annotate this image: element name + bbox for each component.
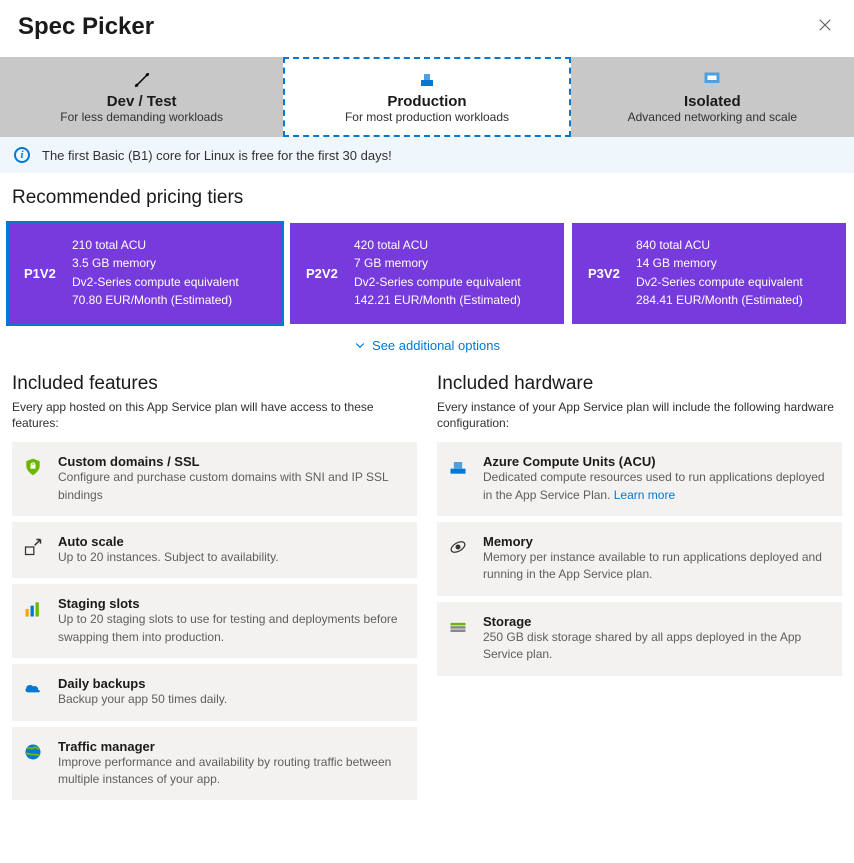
tab-title: Production — [387, 93, 466, 110]
info-icon: i — [14, 147, 30, 163]
server-icon — [418, 71, 436, 89]
compute-icon — [447, 456, 469, 478]
tier-spec: 70.80 EUR/Month (Estimated) — [72, 292, 239, 309]
tier-card-p1v2[interactable]: P1V2 210 total ACU 3.5 GB memory Dv2-Ser… — [8, 223, 282, 324]
scale-arrow-icon — [22, 536, 44, 558]
pricing-tiers: P1V2 210 total ACU 3.5 GB memory Dv2-Ser… — [0, 223, 854, 324]
tier-specs: 420 total ACU 7 GB memory Dv2-Series com… — [354, 237, 521, 310]
feature-auto-scale: Auto scale Up to 20 instances. Subject t… — [12, 522, 417, 578]
tier-card-p2v2[interactable]: P2V2 420 total ACU 7 GB memory Dv2-Serie… — [290, 223, 564, 324]
hardware-storage: Storage 250 GB disk storage shared by al… — [437, 602, 842, 676]
hardware-desc: Dedicated compute resources used to run … — [483, 469, 832, 504]
tier-spec: 420 total ACU — [354, 237, 521, 254]
tier-spec: Dv2-Series compute equivalent — [354, 274, 521, 291]
tab-isolated[interactable]: Isolated Advanced networking and scale — [571, 57, 854, 137]
feature-custom-domains: Custom domains / SSL Configure and purch… — [12, 442, 417, 516]
feature-desc: Up to 20 instances. Subject to availabil… — [58, 549, 407, 566]
hardware-title: Azure Compute Units (ACU) — [483, 454, 832, 469]
feature-title: Daily backups — [58, 676, 407, 691]
feature-desc: Configure and purchase custom domains wi… — [58, 469, 407, 504]
tab-title: Isolated — [684, 93, 741, 110]
included-features-column: Included features Every app hosted on th… — [12, 373, 417, 807]
globe-icon — [22, 741, 44, 763]
feature-desc: Backup your app 50 times daily. — [58, 691, 407, 708]
tab-subtitle: For less demanding workloads — [60, 110, 223, 124]
hardware-heading: Included hardware — [437, 373, 842, 395]
tier-spec: Dv2-Series compute equivalent — [72, 274, 239, 291]
shield-lock-icon — [22, 456, 44, 478]
hardware-acu: Azure Compute Units (ACU) Dedicated comp… — [437, 442, 842, 516]
hardware-desc: Memory per instance available to run app… — [483, 549, 832, 584]
additional-label: See additional options — [372, 338, 500, 353]
page-title: Spec Picker — [18, 13, 154, 41]
tier-name: P1V2 — [24, 266, 60, 281]
tab-dev-test[interactable]: Dev / Test For less demanding workloads — [0, 57, 283, 137]
feature-desc: Improve performance and availability by … — [58, 754, 407, 789]
feature-traffic-manager: Traffic manager Improve performance and … — [12, 727, 417, 801]
tier-spec: 14 GB memory — [636, 255, 803, 272]
info-text: The first Basic (B1) core for Linux is f… — [42, 148, 392, 163]
close-icon — [818, 16, 832, 36]
feature-title: Auto scale — [58, 534, 407, 549]
features-description: Every app hosted on this App Service pla… — [12, 399, 417, 433]
tier-spec: 210 total ACU — [72, 237, 239, 254]
hardware-memory: Memory Memory per instance available to … — [437, 522, 842, 596]
tier-spec: 142.21 EUR/Month (Estimated) — [354, 292, 521, 309]
learn-more-link[interactable]: Learn more — [614, 488, 675, 502]
tier-spec: Dv2-Series compute equivalent — [636, 274, 803, 291]
wrench-icon — [133, 71, 151, 89]
tier-specs: 840 total ACU 14 GB memory Dv2-Series co… — [636, 237, 803, 310]
tier-spec: 284.41 EUR/Month (Estimated) — [636, 292, 803, 309]
hardware-title: Memory — [483, 534, 832, 549]
hardware-title: Storage — [483, 614, 832, 629]
tier-spec: 840 total ACU — [636, 237, 803, 254]
hardware-description: Every instance of your App Service plan … — [437, 399, 842, 433]
hardware-desc: 250 GB disk storage shared by all apps d… — [483, 629, 832, 664]
feature-desc: Up to 20 staging slots to use for testin… — [58, 611, 407, 646]
memory-icon — [447, 536, 469, 558]
recommended-heading: Recommended pricing tiers — [12, 187, 842, 209]
tab-subtitle: For most production workloads — [345, 110, 509, 124]
tier-category-tabs: Dev / Test For less demanding workloads … — [0, 57, 854, 137]
storage-icon — [447, 616, 469, 638]
info-banner: i The first Basic (B1) core for Linux is… — [0, 137, 854, 173]
chevron-down-icon — [354, 339, 366, 351]
tier-name: P2V2 — [306, 266, 342, 281]
included-hardware-column: Included hardware Every instance of your… — [437, 373, 842, 807]
feature-title: Custom domains / SSL — [58, 454, 407, 469]
feature-daily-backups: Daily backups Backup your app 50 times d… — [12, 664, 417, 720]
slots-icon — [22, 598, 44, 620]
feature-title: Traffic manager — [58, 739, 407, 754]
tier-card-p3v2[interactable]: P3V2 840 total ACU 14 GB memory Dv2-Seri… — [572, 223, 846, 324]
tab-production[interactable]: Production For most production workloads — [283, 57, 570, 137]
tier-spec: 7 GB memory — [354, 255, 521, 272]
features-heading: Included features — [12, 373, 417, 395]
tier-name: P3V2 — [588, 266, 624, 281]
close-button[interactable] — [814, 12, 836, 41]
tab-subtitle: Advanced networking and scale — [628, 110, 797, 124]
cloud-backup-icon — [22, 678, 44, 700]
see-additional-options[interactable]: See additional options — [0, 324, 854, 367]
tier-specs: 210 total ACU 3.5 GB memory Dv2-Series c… — [72, 237, 239, 310]
tab-title: Dev / Test — [107, 93, 177, 110]
feature-title: Staging slots — [58, 596, 407, 611]
feature-staging-slots: Staging slots Up to 20 staging slots to … — [12, 584, 417, 658]
network-icon — [703, 71, 721, 89]
tier-spec: 3.5 GB memory — [72, 255, 239, 272]
